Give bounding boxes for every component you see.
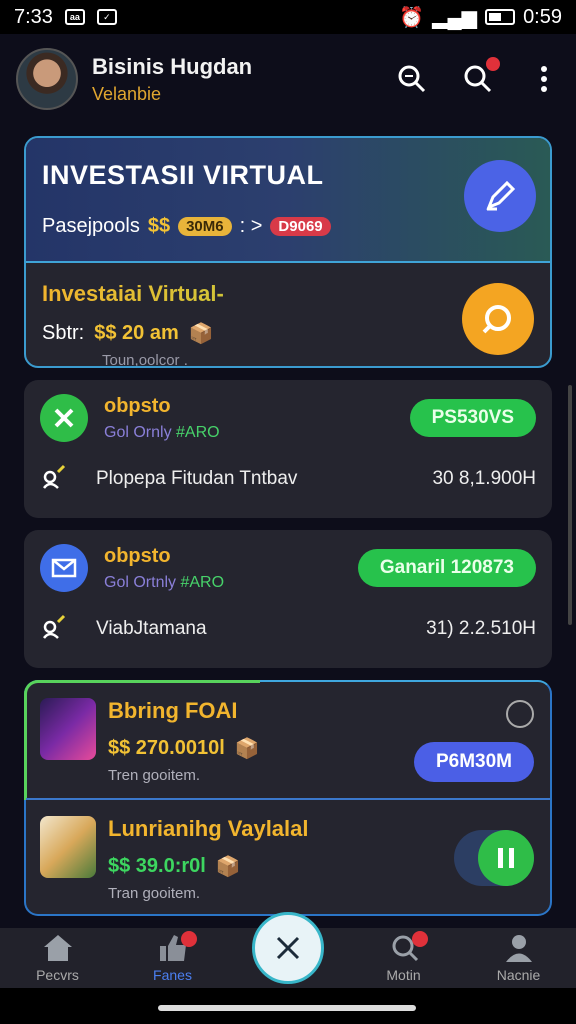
hero-title: INVESTASII VIRTUAL [42, 160, 324, 190]
hb-label: Sbtr: [42, 322, 85, 344]
promo-title: Bbring FOAI [108, 698, 238, 723]
alarm-icon: ⏰ [399, 6, 425, 29]
user-status: Velanbie [92, 83, 162, 104]
nav-home-label: Pecvrs [36, 967, 79, 983]
transaction-label: ViabJtamana [96, 618, 207, 639]
nav-profile[interactable]: Nacnie [461, 933, 576, 983]
phone-thumbnail [40, 698, 96, 760]
box-icon: 📦 [215, 856, 241, 878]
compass-icon[interactable] [506, 700, 534, 728]
hb-amount: $$ 20 am [94, 322, 179, 344]
transaction-meta: Gol Ornly [104, 423, 172, 441]
transaction-value: 31) 2.2.510H [426, 618, 536, 639]
transaction-card[interactable]: obpsto Gol Ornly #ARO PS530VS Plopepa Fi… [24, 380, 552, 518]
nav-likes-label: Fanes [153, 967, 192, 983]
search-icon[interactable] [462, 57, 500, 95]
transaction-value: 30 8,1.900H [432, 468, 536, 489]
hb-subtitle: Toun,oolcor . [102, 352, 188, 368]
user-name: Bisinis Hugdan [92, 53, 253, 79]
promo-amount: $$ 270.0010l [108, 737, 225, 759]
hero-row-label: Pasejpools [42, 215, 140, 237]
box-icon: 📦 [234, 738, 260, 760]
promo-amount: $$ 39.0:r0l [108, 855, 206, 877]
transaction-name: obpsto [104, 394, 171, 417]
transaction-meta: Gol Ortnly [104, 573, 177, 591]
notification-badge [486, 57, 500, 71]
promo-item[interactable]: Lunrianihg Vaylalal $$ 39.0:r0l 📦 Tran g… [26, 798, 550, 914]
transaction-action-button[interactable]: PS530VS [409, 399, 536, 437]
nav-likes[interactable]: Fanes [115, 931, 230, 983]
pencil-icon [486, 180, 516, 211]
status-bar: 7:33 aa ✓ ⏰ ▂▄▆ 0:59 [0, 0, 576, 34]
search-action-button[interactable] [462, 283, 534, 355]
investment-hero-card[interactable]: INVESTASII VIRTUAL Pasejpools $$ 30M6 : … [24, 136, 552, 368]
transaction-card[interactable]: obpsto Gol Ortnly #ARO Ganaril 120873 Vi… [24, 530, 552, 668]
pause-toggle[interactable] [454, 830, 534, 886]
transaction-code: #ARO [176, 423, 220, 441]
transaction-action-button[interactable]: Ganaril 120873 [357, 549, 536, 587]
transaction-code: #ARO [180, 573, 225, 591]
more-menu-icon[interactable] [528, 63, 560, 95]
nav-search[interactable]: Motin [346, 931, 461, 983]
close-icon [40, 394, 88, 442]
product-thumbnail [40, 816, 96, 878]
hero-pill-red: D9069 [270, 217, 331, 236]
scrollbar[interactable] [568, 385, 572, 625]
status-time: 7:33 [14, 5, 53, 28]
mail-icon [40, 544, 88, 592]
transaction-label: Plopepa Fitudan Tntbav [96, 468, 298, 489]
nav-search-label: Motin [386, 967, 421, 983]
nav-badge [181, 931, 197, 947]
promo-action-button[interactable]: P6M30M [413, 742, 534, 782]
battery-icon [485, 9, 516, 25]
nav-badge [412, 931, 428, 947]
battery-text: 0:59 [523, 5, 562, 28]
virtual-investment-title: Investaiai Virtual- [42, 281, 534, 307]
signal-icon: ▂▄▆ [432, 6, 478, 29]
user-edit-icon [40, 462, 68, 496]
home-icon [43, 935, 72, 961]
home-indicator[interactable] [158, 1005, 416, 1011]
promo-subtitle: Tran gooitem. [108, 885, 200, 902]
box-icon: 📦 [188, 323, 214, 345]
pause-icon [478, 830, 534, 886]
promo-item[interactable]: Bbring FOAI $$ 270.0010l 📦 Tren gooitem.… [26, 682, 550, 798]
user-edit-icon [40, 612, 68, 646]
search-icon [482, 305, 511, 334]
edit-button[interactable] [464, 160, 536, 232]
promo-card[interactable]: Bbring FOAI $$ 270.0010l 📦 Tren gooitem.… [24, 680, 552, 916]
close-icon [276, 936, 300, 960]
notification-icon: aa [64, 9, 85, 25]
hero-currency: $$ [147, 215, 171, 237]
hero-arrow: : > [239, 215, 263, 237]
app-header: Bisinis Hugdan Velanbie [0, 34, 576, 124]
hero-pill-yellow: 30M6 [178, 217, 232, 236]
transaction-name: obpsto [104, 544, 171, 567]
zoom-search-icon[interactable] [396, 63, 428, 95]
close-fab-button[interactable] [252, 912, 324, 984]
profile-icon [505, 935, 532, 962]
nav-home[interactable]: Pecvrs [0, 933, 115, 983]
nav-profile-label: Nacnie [496, 967, 541, 983]
download-icon: ✓ [96, 9, 117, 25]
avatar[interactable] [16, 48, 78, 110]
